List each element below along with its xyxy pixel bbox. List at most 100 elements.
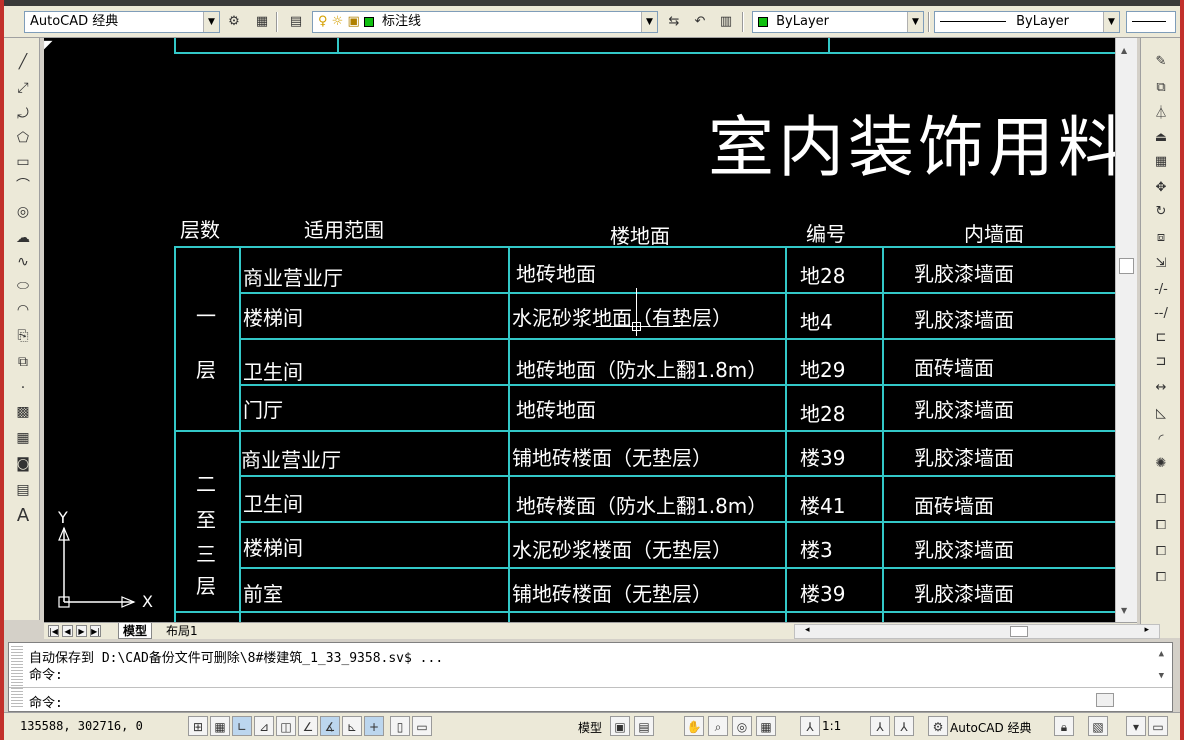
layer-manager-icon[interactable]: ▤ <box>286 13 306 31</box>
spline-icon[interactable]: ∿ <box>12 252 34 272</box>
polyline-icon[interactable]: ⤾ <box>12 104 34 124</box>
grid-display-icon[interactable]: ∟ <box>232 716 252 736</box>
chevron-down-icon[interactable]: ▼ <box>203 12 219 32</box>
multiline-text-icon[interactable]: A <box>12 506 34 526</box>
scroll-down-icon[interactable]: ▼ <box>1159 671 1164 681</box>
prev-tab-icon[interactable]: ◀ <box>62 625 73 637</box>
draw-order-front-icon[interactable]: ⧠ <box>1150 490 1172 510</box>
gradient-icon[interactable]: ▦ <box>12 428 34 448</box>
arc-icon[interactable]: ⌒ <box>12 176 34 196</box>
layer-state-icon[interactable]: ▥ <box>716 13 736 31</box>
explode-icon[interactable]: ✺ <box>1150 454 1172 474</box>
dynamic-ucs-icon[interactable]: ⊾ <box>342 716 362 736</box>
tab-layout1[interactable]: 布局1 <box>162 623 202 639</box>
last-tab-icon[interactable]: ▶| <box>90 625 101 637</box>
color-dropdown[interactable]: ByLayer ▼ <box>752 11 924 33</box>
drawing-canvas[interactable]: ◤ 室内装饰用料 层数 适用范围 楼地面 编号 内墙面 一 层 二 至 三 层 … <box>44 38 1115 622</box>
annotation-scale-icon[interactable]: ⅄ <box>800 716 820 736</box>
scroll-thumb[interactable] <box>1010 626 1028 637</box>
auto-scale-icon[interactable]: ⅄ <box>894 716 914 736</box>
table-icon[interactable]: ▤ <box>12 480 34 500</box>
first-tab-icon[interactable]: |◀ <box>48 625 59 637</box>
line-icon[interactable]: ╱ <box>12 52 34 72</box>
scroll-right-icon[interactable]: ▸ <box>1144 625 1149 635</box>
vertical-scrollbar[interactable]: ▲ ▼ <box>1115 38 1137 622</box>
copy-icon[interactable]: ⧉ <box>1150 78 1172 98</box>
command-window-grip[interactable] <box>11 646 23 708</box>
array-icon[interactable]: ▦ <box>1150 152 1172 172</box>
pan-icon[interactable]: ✋ <box>684 716 704 736</box>
rotate-icon[interactable]: ↻ <box>1150 202 1172 222</box>
chevron-down-icon[interactable]: ▼ <box>641 12 657 32</box>
showmotion-icon[interactable]: ▦ <box>756 716 776 736</box>
command-scroll-thumb[interactable] <box>1096 693 1114 707</box>
draw-order-under-icon[interactable]: ⧠ <box>1150 568 1172 588</box>
workspace-settings-icon[interactable]: ⚙ <box>224 13 244 31</box>
status-workspace-label[interactable]: AutoCAD 经典 <box>950 719 1032 736</box>
horizontal-scrollbar[interactable]: ◂ ▸ <box>794 624 1160 639</box>
point-icon[interactable]: · <box>12 378 34 398</box>
snap-mode-icon[interactable]: ▦ <box>210 716 230 736</box>
layout-model-icon[interactable]: ▣ <box>610 716 630 736</box>
scale-icon[interactable]: ⧈ <box>1150 228 1172 248</box>
fillet-icon[interactable]: ◜ <box>1150 430 1172 450</box>
customize-icon[interactable]: ▦ <box>252 13 272 31</box>
region-icon[interactable]: ◙ <box>12 454 34 474</box>
make-block-icon[interactable]: ⧉ <box>12 352 34 372</box>
workspace-dropdown[interactable]: AutoCAD 经典 ▼ <box>24 11 220 33</box>
steering-wheel-icon[interactable]: ◎ <box>732 716 752 736</box>
ortho-mode-icon[interactable]: ⊿ <box>254 716 274 736</box>
extend-icon[interactable]: --/ <box>1150 304 1172 324</box>
construction-line-icon[interactable]: ⤢ <box>12 78 34 98</box>
revision-cloud-icon[interactable]: ☁ <box>12 228 34 248</box>
annotation-visibility-icon[interactable]: ⅄ <box>870 716 890 736</box>
toolbar-lock-icon[interactable]: 🔒︎ <box>1054 716 1074 736</box>
break-icon[interactable]: ⊐ <box>1150 352 1172 372</box>
quick-properties-icon[interactable]: ▭ <box>412 716 432 736</box>
lineweight-dropdown[interactable] <box>1126 11 1176 33</box>
mirror-icon[interactable]: ⏃ <box>1150 104 1172 124</box>
draw-order-back-icon[interactable]: ⧠ <box>1150 516 1172 536</box>
next-tab-icon[interactable]: ▶ <box>76 625 87 637</box>
scroll-up-icon[interactable]: ▲ <box>1121 46 1127 55</box>
chamfer-icon[interactable]: ◺ <box>1150 404 1172 424</box>
draw-order-above-icon[interactable]: ⧠ <box>1150 542 1172 562</box>
ellipse-icon[interactable]: ⬭ <box>12 276 34 296</box>
scroll-up-icon[interactable]: ▲ <box>1159 649 1164 659</box>
command-window[interactable]: 自动保存到 D:\CAD备份文件可删除\8#楼建筑_1_33_9358.sv$ … <box>8 642 1173 712</box>
polar-tracking-icon[interactable]: ◫ <box>276 716 296 736</box>
break-at-point-icon[interactable]: ⊏ <box>1150 328 1172 348</box>
chevron-down-icon[interactable]: ▼ <box>907 12 923 32</box>
clean-screen-icon[interactable]: ▭ <box>1148 716 1168 736</box>
layer-previous-icon[interactable]: ↶ <box>690 13 710 31</box>
infer-constraints-icon[interactable]: ⊞ <box>188 716 208 736</box>
dynamic-input-icon[interactable]: + <box>364 716 384 736</box>
zoom-icon[interactable]: ⌕ <box>708 716 728 736</box>
move-icon[interactable]: ✥ <box>1150 178 1172 198</box>
rectangle-icon[interactable]: ▭ <box>12 152 34 172</box>
command-prompt[interactable]: 命令: <box>29 692 63 711</box>
circle-icon[interactable]: ◎ <box>12 202 34 222</box>
object-snap-tracking-icon[interactable]: ∡ <box>320 716 340 736</box>
join-icon[interactable]: ↔ <box>1150 378 1172 398</box>
object-snap-icon[interactable]: ∠ <box>298 716 318 736</box>
layout-paper-icon[interactable]: ▤ <box>634 716 654 736</box>
offset-icon[interactable]: ⏏ <box>1150 128 1172 148</box>
stretch-icon[interactable]: ⇲ <box>1150 254 1172 274</box>
polygon-icon[interactable]: ⬠ <box>12 128 34 148</box>
tab-model[interactable]: 模型 <box>118 623 153 639</box>
linetype-dropdown[interactable]: ByLayer ▼ <box>934 11 1120 33</box>
annotation-scale-value[interactable]: 1:1 <box>822 719 841 733</box>
workspace-switch-icon[interactable]: ⚙ <box>928 716 948 736</box>
hardware-acceleration-icon[interactable]: ▧ <box>1088 716 1108 736</box>
scroll-thumb[interactable] <box>1119 258 1134 274</box>
scroll-down-icon[interactable]: ▼ <box>1121 606 1127 615</box>
status-menu-icon[interactable]: ▾ <box>1126 716 1146 736</box>
erase-icon[interactable]: ✎ <box>1150 52 1172 72</box>
chevron-down-icon[interactable]: ▼ <box>1103 12 1119 32</box>
hatch-icon[interactable]: ▩ <box>12 402 34 422</box>
insert-block-icon[interactable]: ⎘ <box>12 326 34 346</box>
make-current-layer-icon[interactable]: ⇆ <box>664 13 684 31</box>
lineweight-toggle-icon[interactable]: ▯ <box>390 716 410 736</box>
status-model-label[interactable]: 模型 <box>578 719 602 736</box>
